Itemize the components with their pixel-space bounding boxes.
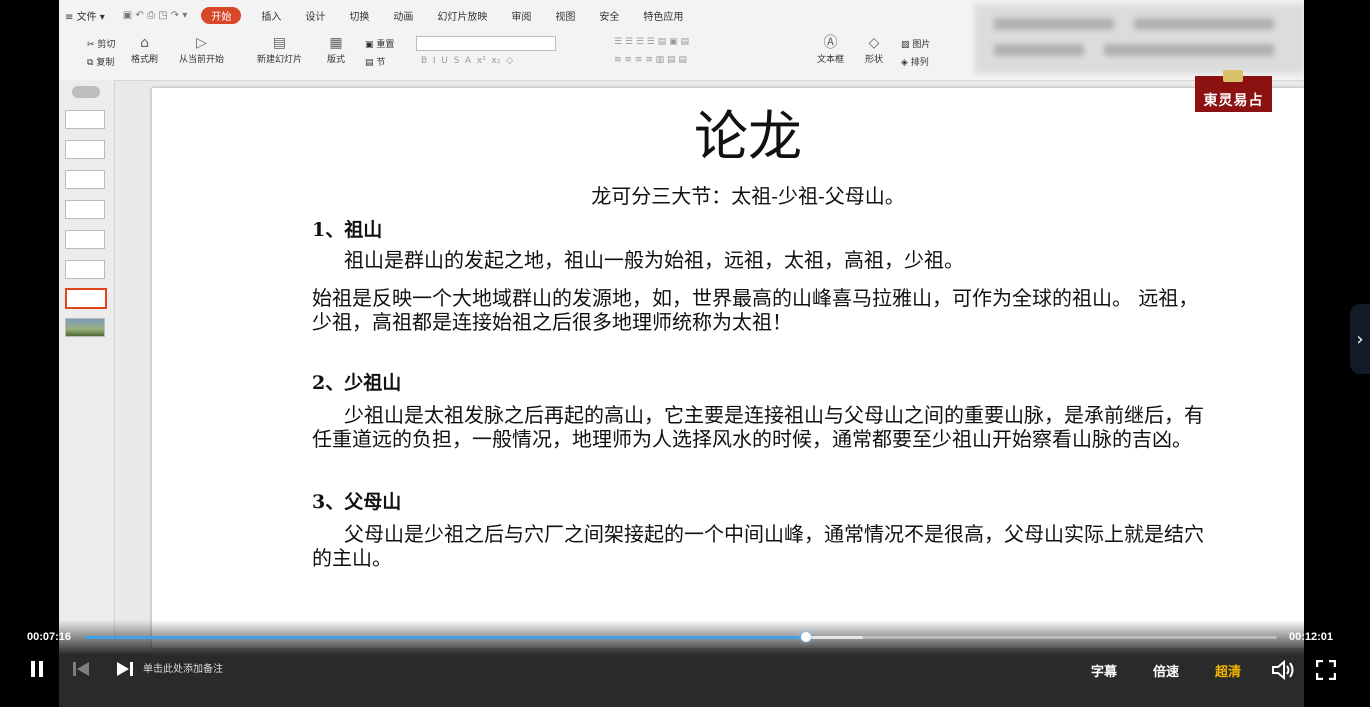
thumbnail-view-toggle — [72, 86, 100, 98]
quality-button[interactable]: 超清 — [1215, 661, 1241, 680]
pause-button[interactable] — [29, 660, 45, 682]
menu-tab-slideshow: 幻灯片放映 — [437, 11, 488, 23]
video-frame: ≡ 文件 ▾ ▣ ↶ ⎙ ◳ ↷ ▾ 开始 插入 设计 切换 动画 幻灯片放映 … — [59, 0, 1304, 707]
picture-icon: ▨ — [901, 40, 910, 50]
played-bar — [85, 636, 807, 639]
slide-title: 论龙 — [694, 105, 802, 168]
slide-thumbnail — [65, 110, 105, 129]
reset-icon: ▣ — [365, 40, 374, 50]
section-icon: ▤ — [365, 58, 374, 68]
section-paragraph: 父母山是少祖之后与穴厂之间架接起的一个中间山峰，通常情况不是很高，父母山实际上就… — [312, 522, 1204, 570]
section-heading: 1、祖山 — [312, 219, 383, 241]
slide-canvas: 论龙 龙可分三大节：太祖-少祖-父母山。 1、祖山 祖山是群山的发起之地，祖山一… — [152, 88, 1304, 648]
menu-tab-view: 视图 — [555, 11, 576, 23]
section-paragraph: 少祖山是太祖发脉之后再起的高山，它主要是连接祖山与父母山之间的重要山脉，是承前继… — [312, 403, 1204, 451]
paragraph-icons-bottom: ≡ ≡ ≡ ≡ ▥ ▤ ▤ — [614, 55, 687, 65]
section-paragraph: 始祖是反映一个大地域群山的发源地，如，世界最高的山峰喜马拉雅山，可作为全球的祖山… — [312, 286, 1199, 334]
paragraph-icons-top: ☰ ☰ ☰ ☰ ▤ ▣ ▤ — [614, 37, 689, 47]
copy-tool: ⧉ 复制 — [87, 58, 115, 68]
menu-tab-insert: 插入 — [261, 11, 282, 23]
progress-bar[interactable] — [85, 632, 1277, 642]
play-circle-icon: ▷ — [196, 35, 207, 51]
quick-access-icons: ▣ ↶ ⎙ ◳ ↷ ▾ — [122, 9, 188, 21]
copy-icon: ⧉ — [87, 58, 94, 68]
total-time: 00:12:01 — [1289, 631, 1334, 643]
chevron-right-icon: › — [1356, 328, 1364, 350]
font-format-icons: B I U S A x² x₂ ◇ — [421, 56, 514, 66]
slide-thumbnail — [65, 140, 105, 159]
menu-tab-security: 安全 — [599, 11, 620, 23]
arrange-icon: ◈ — [901, 58, 908, 68]
player-overlay-gradient — [59, 620, 1304, 707]
slide-thumbnail-picture — [65, 318, 105, 337]
cut-tool: ✂ 剪切 — [87, 40, 116, 50]
textbox-tool: Ⓐ 文本框 — [817, 35, 845, 65]
menu-tab-review: 审阅 — [511, 11, 532, 23]
skip-next-icon — [117, 662, 133, 676]
play-from-current-tool: ▷ 从当前开始 — [179, 35, 225, 65]
menu-tab-features: 特色应用 — [643, 11, 684, 23]
slide-subtitle: 龙可分三大节：太祖-少祖-父母山。 — [591, 184, 905, 208]
textbox-icon: Ⓐ — [823, 35, 838, 51]
shape-tool: ◇ 形状 — [865, 35, 884, 65]
slide-thumbnail — [65, 170, 105, 189]
layout-tool: ▦ 版式 — [327, 35, 346, 65]
slide-thumbnail — [65, 200, 105, 219]
section-paragraph: 祖山是群山的发起之地，祖山一般为始祖，远祖，太祖，高祖，少祖。 — [344, 248, 964, 272]
volume-icon — [1272, 659, 1294, 681]
reset-tool: ▣ 重置 — [365, 40, 395, 50]
previous-button[interactable] — [72, 660, 90, 682]
skip-previous-icon — [73, 662, 89, 676]
slide-thumbnail-active — [65, 288, 107, 309]
slide-thumbnail — [65, 230, 105, 249]
picture-tool: ▨ 图片 — [901, 40, 931, 50]
speed-button[interactable]: 倍速 — [1153, 661, 1179, 680]
menu-tab-start: 开始 — [201, 6, 242, 24]
menu-tab-animation: 动画 — [393, 11, 414, 23]
blurred-region — [974, 4, 1304, 74]
subtitle-button[interactable]: 字幕 — [1091, 661, 1117, 680]
arrange-tool: ◈ 排列 — [901, 58, 929, 68]
watermark-logo: 東灵易占 — [1195, 70, 1272, 112]
pause-icon — [31, 661, 43, 677]
next-button[interactable] — [116, 660, 134, 682]
side-panel-toggle[interactable]: › — [1350, 304, 1370, 374]
fullscreen-icon — [1315, 659, 1337, 681]
menu-tab-design: 设计 — [305, 11, 326, 23]
menu-tab-transition: 切换 — [349, 11, 370, 23]
new-slide-tool: ▤ 新建幻灯片 — [257, 35, 303, 65]
slide-thumbnail-pane — [59, 80, 115, 640]
volume-button[interactable] — [1271, 659, 1295, 685]
logo-seal — [1223, 70, 1243, 82]
layout-icon: ▦ — [329, 35, 343, 51]
slide-thumbnail — [65, 260, 105, 279]
section-heading: 2、少祖山 — [312, 372, 402, 394]
notes-placeholder: 单击此处添加备注 — [143, 664, 223, 675]
ppt-ribbon: ≡ 文件 ▾ ▣ ↶ ⎙ ◳ ↷ ▾ 开始 插入 设计 切换 动画 幻灯片放映 … — [59, 0, 1304, 81]
format-painter-tool: ⌂ 格式刷 — [131, 35, 159, 65]
fullscreen-button[interactable] — [1315, 659, 1337, 684]
brush-icon: ⌂ — [140, 35, 149, 51]
current-time: 00:07:16 — [27, 631, 72, 643]
font-name-field — [416, 36, 556, 51]
section-tool: ▤ 节 — [365, 58, 386, 68]
shape-icon: ◇ — [868, 35, 880, 51]
new-slide-icon: ▤ — [272, 35, 287, 51]
menu-file: ≡ 文件 ▾ — [65, 11, 105, 23]
scissors-icon: ✂ — [87, 40, 95, 50]
section-heading: 3、父母山 — [312, 491, 402, 513]
